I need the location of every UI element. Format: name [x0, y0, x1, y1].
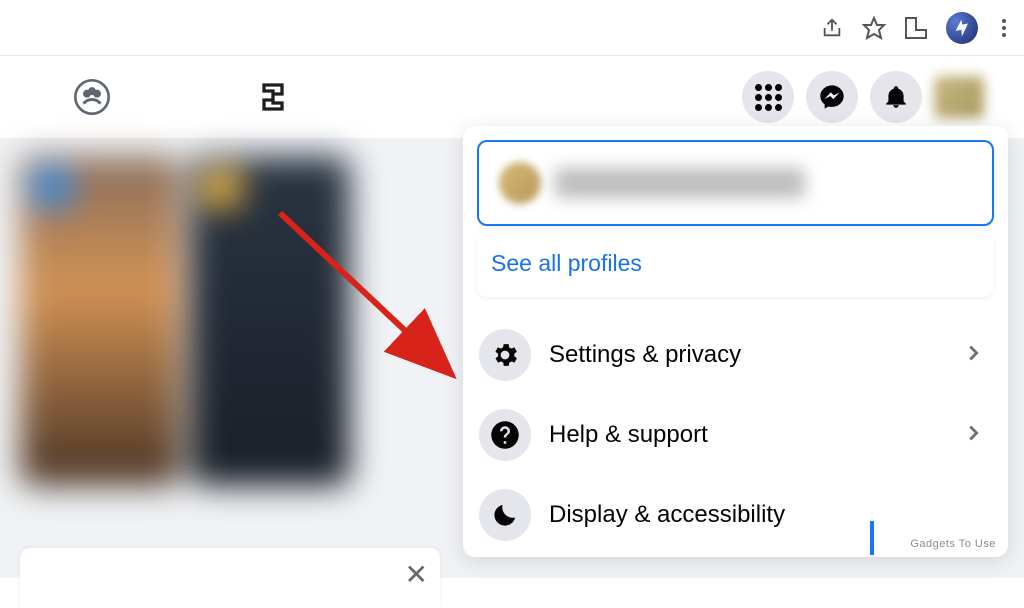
star-icon[interactable]: [862, 16, 886, 40]
extensions-icon[interactable]: [904, 16, 928, 40]
stories-row: [20, 156, 350, 486]
messenger-button[interactable]: [806, 71, 858, 123]
menu-label: Help & support: [549, 421, 944, 449]
notifications-button[interactable]: [870, 71, 922, 123]
gear-icon: [479, 329, 531, 381]
browser-profile-avatar[interactable]: [946, 12, 978, 44]
groups-tab[interactable]: [70, 75, 114, 119]
bell-icon: [883, 84, 909, 110]
menu-label: Display & accessibility: [549, 501, 992, 529]
text-cursor: [870, 521, 874, 555]
watermark: Gadgets To Use: [910, 538, 996, 550]
close-icon[interactable]: ✕: [405, 558, 428, 598]
menu-grid-icon: [755, 84, 782, 111]
account-avatar-blurred[interactable]: [934, 76, 984, 118]
see-all-profiles-link[interactable]: See all profiles: [485, 236, 986, 295]
gaming-tab[interactable]: [254, 75, 298, 119]
kebab-menu-icon[interactable]: [996, 19, 1012, 37]
profile-name-blurred: [555, 168, 805, 198]
main-content: See all profiles Settings & privacy Help…: [0, 138, 1024, 578]
story-card[interactable]: [190, 156, 350, 486]
menu-item-settings-privacy[interactable]: Settings & privacy: [477, 315, 994, 395]
compose-card: ✕: [20, 548, 440, 608]
moon-icon: [479, 489, 531, 541]
profile-card[interactable]: [477, 140, 994, 226]
question-icon: [479, 409, 531, 461]
menu-label: Settings & privacy: [549, 341, 944, 369]
menu-item-display-accessibility[interactable]: Display & accessibility: [477, 475, 994, 543]
chevron-right-icon: [962, 342, 992, 369]
share-icon[interactable]: [820, 16, 844, 40]
menu-item-help-support[interactable]: Help & support: [477, 395, 994, 475]
profile-avatar-blurred: [499, 162, 541, 204]
chevron-right-icon: [962, 422, 992, 449]
story-card[interactable]: [20, 156, 180, 486]
browser-toolbar: [0, 0, 1024, 56]
messenger-icon: [818, 83, 846, 111]
menu-button[interactable]: [742, 71, 794, 123]
account-dropdown: See all profiles Settings & privacy Help…: [463, 126, 1008, 557]
